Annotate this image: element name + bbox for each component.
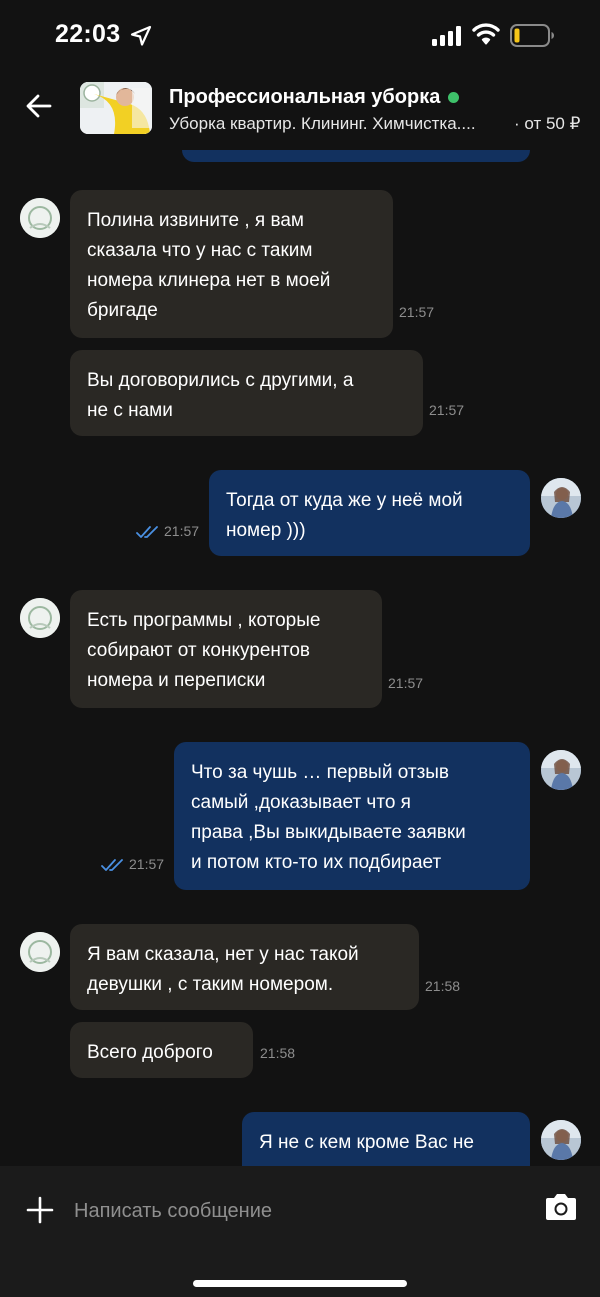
message-bubble-outgoing[interactable]: Тогда от куда же у неё мой номер ))) <box>209 470 530 556</box>
message-time: 21:57 <box>388 675 424 691</box>
message-time: 21:57 <box>164 523 200 539</box>
status-bar: 22:03 <box>0 0 600 72</box>
business-avatar-small[interactable] <box>20 932 60 972</box>
home-indicator <box>193 1280 407 1287</box>
message-bubble-incoming[interactable]: Вы договорились с другими, а не с нами <box>70 350 423 436</box>
price-label: · от 50 ₽ <box>514 114 581 133</box>
user-avatar-image <box>541 478 581 518</box>
user-avatar[interactable] <box>541 750 581 790</box>
message-text: Полина извините , я вам сказала что у на… <box>87 210 331 321</box>
cellular-signal-icon <box>432 26 461 46</box>
user-avatar[interactable] <box>541 1120 581 1160</box>
message-input[interactable] <box>74 1194 514 1228</box>
message-text: Есть программы , которые собирают от кон… <box>87 610 321 691</box>
user-avatar-image <box>541 1120 581 1160</box>
message-bubble-incoming[interactable]: Всего доброго <box>70 1022 253 1078</box>
message-time: 21:57 <box>429 402 465 418</box>
message-text: Всего доброго <box>87 1042 213 1063</box>
message-bubble-outgoing-partial <box>182 150 530 162</box>
message-time: 21:58 <box>425 978 461 994</box>
message-text: Я вам сказала, нет у нас такой девушки ,… <box>87 944 359 995</box>
business-avatar-small-image <box>20 932 60 972</box>
message-time: 21:57 <box>129 856 165 872</box>
plus-icon[interactable] <box>26 1196 54 1224</box>
message-bubble-incoming[interactable]: Полина извините , я вам сказала что у на… <box>70 190 393 338</box>
business-avatar-small-image <box>20 598 60 638</box>
read-ticks-icon <box>101 859 123 871</box>
chat-messages[interactable]: Полина извините , я вам сказала что у на… <box>0 150 600 1166</box>
user-avatar-image <box>541 750 581 790</box>
business-avatar-small-image <box>20 198 60 238</box>
message-bubble-outgoing[interactable]: Что за чушь … первый отзыв самый ,доказы… <box>174 742 530 890</box>
location-arrow-icon <box>130 25 152 46</box>
status-time: 22:03 <box>55 20 121 48</box>
back-arrow-icon[interactable] <box>24 91 54 121</box>
online-status-dot <box>448 92 460 103</box>
message-bubble-incoming[interactable]: Есть программы , которые собирают от кон… <box>70 590 382 708</box>
message-text: Я не с кем кроме Вас не <box>259 1132 474 1153</box>
business-name: Профессиональная уборка <box>169 86 441 108</box>
message-input-bar <box>0 1166 600 1297</box>
message-time: 21:57 <box>399 304 435 320</box>
business-avatar-image <box>80 82 152 134</box>
message-time: 21:58 <box>260 1045 296 1061</box>
message-text: Что за чушь … первый отзыв самый ,доказы… <box>191 762 466 873</box>
business-avatar-small[interactable] <box>20 598 60 638</box>
user-avatar[interactable] <box>541 478 581 518</box>
chat-header: Профессиональная уборка Уборка квартир. … <box>0 72 600 150</box>
battery-low-icon <box>510 24 554 47</box>
message-bubble-incoming[interactable]: Я вам сказала, нет у нас такой девушки ,… <box>70 924 419 1010</box>
business-subtitle: Уборка квартир. Клининг. Химчистка.... <box>169 114 476 133</box>
business-avatar[interactable] <box>80 82 152 134</box>
header-title-row[interactable]: Профессиональная уборка <box>169 86 460 109</box>
business-avatar-small[interactable] <box>20 198 60 238</box>
message-text: Вы договорились с другими, а не с нами <box>87 370 354 421</box>
message-text: Тогда от куда же у неё мой номер ))) <box>226 490 463 541</box>
wifi-icon <box>472 23 500 45</box>
read-ticks-icon <box>136 526 158 538</box>
camera-icon[interactable] <box>543 1192 579 1222</box>
message-bubble-outgoing[interactable]: Я не с кем кроме Вас не <box>242 1112 530 1166</box>
